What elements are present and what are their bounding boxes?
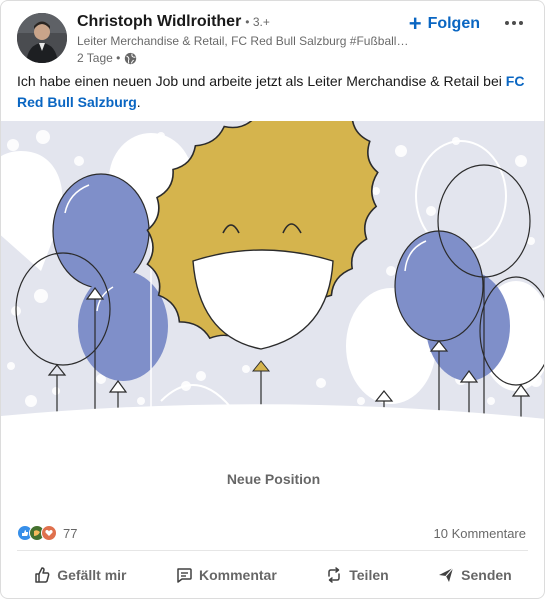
thumbs-up-icon (35, 567, 50, 583)
post-header: Christoph Widlroither • 3.+ Leiter Merch… (17, 13, 532, 65)
plus-icon: + (408, 11, 422, 36)
ellipsis-icon (505, 21, 509, 25)
repost-button[interactable]: Teilen (317, 557, 396, 593)
author-name[interactable]: Christoph Widlroither (77, 13, 241, 31)
author-avatar[interactable] (17, 13, 67, 63)
send-label: Senden (461, 567, 512, 583)
illustration-caption: Neue Position (1, 447, 544, 511)
comment-icon (177, 568, 192, 583)
author-headline: Leiter Merchandise & Retail, FC Red Bull… (77, 34, 413, 48)
action-bar: Gefällt mir Kommentar Teilen Senden (9, 557, 536, 593)
like-button[interactable]: Gefällt mir (25, 557, 134, 593)
post-text: Ich habe einen neuen Job und arbeite jet… (17, 73, 525, 110)
caption-text: Neue Position (226, 471, 321, 487)
divider (17, 550, 528, 551)
post-card: Christoph Widlroither • 3.+ Leiter Merch… (0, 0, 545, 599)
reactions-summary[interactable]: 77 (17, 525, 77, 541)
author-meta: Christoph Widlroither • 3.+ Leiter Merch… (77, 13, 413, 65)
comment-label: Kommentar (198, 567, 277, 583)
more-options-button[interactable] (500, 13, 528, 33)
love-icon (41, 525, 57, 541)
social-counts: 77 10 Kommentare (17, 521, 526, 545)
repost-icon (328, 567, 340, 583)
new-position-illustration[interactable] (1, 121, 544, 447)
comments-count-link[interactable]: 10 Kommentare (434, 526, 527, 541)
globe-icon (125, 52, 137, 64)
connection-degree: • 3.+ (245, 15, 270, 29)
comment-button[interactable]: Kommentar (167, 557, 285, 593)
post-time: 2 Tage • (77, 51, 121, 65)
repost-label: Teilen (349, 567, 389, 583)
follow-label: Folgen (427, 15, 480, 32)
post-time-row: 2 Tage • (77, 51, 392, 65)
send-button[interactable]: Senden (429, 557, 520, 593)
like-label: Gefällt mir (57, 567, 127, 583)
reaction-count: 77 (63, 525, 78, 541)
follow-button[interactable]: + Folgen (405, 11, 484, 37)
send-icon (439, 567, 454, 582)
